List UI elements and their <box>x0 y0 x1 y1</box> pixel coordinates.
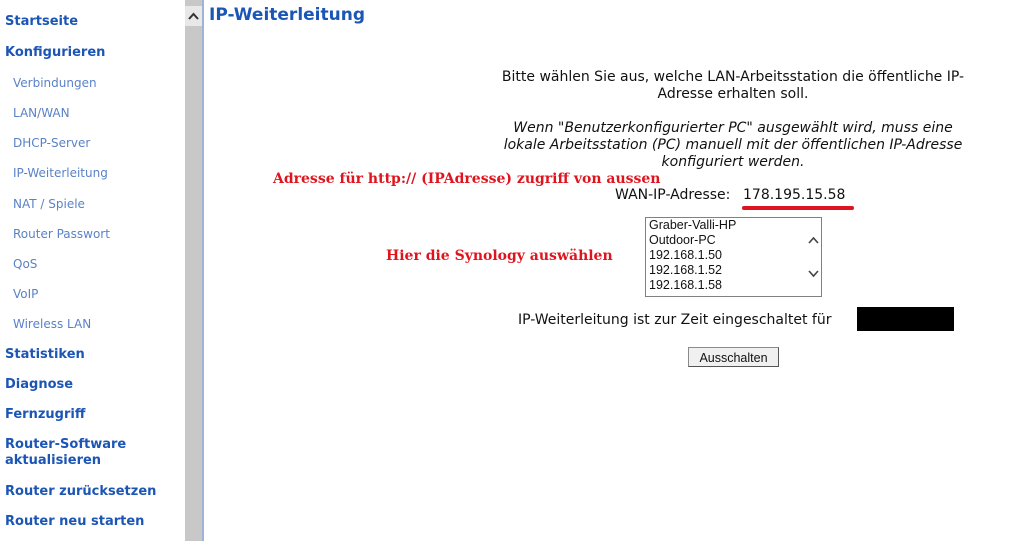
list-item[interactable]: Outdoor-PC <box>646 233 804 248</box>
nav-voip[interactable]: VoIP <box>13 287 38 302</box>
nav-dhcp-server[interactable]: DHCP-Server <box>13 136 90 151</box>
list-item[interactable]: 192.168.1.58 <box>646 278 804 293</box>
status-text: IP-Weiterleitung ist zur Zeit eingeschal… <box>518 312 832 328</box>
wan-ip-value: 178.195.15.58 <box>743 187 846 203</box>
annotation-underline <box>742 206 854 210</box>
nav-router-software-aktualisieren[interactable]: Router-Software aktualisieren <box>5 437 126 469</box>
nav-router-passwort[interactable]: Router Passwort <box>13 227 110 242</box>
nav-router-software-line1: Router-Software <box>5 437 127 452</box>
workstation-listbox[interactable]: Graber-Valli-HP Outdoor-PC 192.168.1.50 … <box>645 217 822 297</box>
annotation-address-note: Adresse für http:// (IPAdresse) zugriff … <box>273 171 661 187</box>
intro-text: Bitte wählen Sie aus, welche LAN-Arbeits… <box>482 69 984 103</box>
list-item[interactable]: Graber-Valli-HP <box>646 218 804 233</box>
page-title: IP-Weiterleitung <box>209 5 366 25</box>
note-line-3: konfiguriert werden. <box>661 154 805 170</box>
sidebar-nav: Startseite Konfigurieren Verbindungen LA… <box>0 0 185 541</box>
chevron-down-icon[interactable] <box>808 270 819 278</box>
nav-ip-weiterleitung[interactable]: IP-Weiterleitung <box>13 166 108 181</box>
nav-nat-spiele[interactable]: NAT / Spiele <box>13 197 85 212</box>
nav-router-neu-starten[interactable]: Router neu starten <box>5 514 144 530</box>
nav-router-software-line2: aktualisieren <box>5 453 102 468</box>
listbox-scrollbar[interactable] <box>805 218 821 296</box>
nav-statistiken[interactable]: Statistiken <box>5 347 85 363</box>
list-item[interactable]: 192.168.1.52 <box>646 263 804 278</box>
nav-konfigurieren[interactable]: Konfigurieren <box>5 45 105 61</box>
intro-line-2: Adresse erhalten soll. <box>657 86 809 102</box>
nav-fernzugriff[interactable]: Fernzugriff <box>5 407 85 423</box>
nav-startseite[interactable]: Startseite <box>5 14 78 30</box>
nav-diagnose[interactable]: Diagnose <box>5 377 73 393</box>
note-line-1: Wenn "Benutzerkonfigurierter PC" ausgewä… <box>513 120 953 136</box>
wan-ip-label: WAN-IP-Adresse: <box>615 187 731 203</box>
scroll-up-button[interactable] <box>185 6 202 26</box>
nav-router-zuruecksetzen[interactable]: Router zurücksetzen <box>5 484 156 500</box>
redacted-box <box>857 307 954 331</box>
nav-wireless-lan[interactable]: Wireless LAN <box>13 317 91 332</box>
ausschalten-button[interactable]: Ausschalten <box>688 347 779 367</box>
chevron-up-icon <box>188 12 199 20</box>
annotation-select-note: Hier die Synology auswählen <box>386 248 613 264</box>
intro-line-1: Bitte wählen Sie aus, welche LAN-Arbeits… <box>501 69 965 85</box>
list-item[interactable]: 192.168.1.50 <box>646 248 804 263</box>
note-text: Wenn "Benutzerkonfigurierter PC" ausgewä… <box>482 120 984 171</box>
sidebar-scrollbar[interactable] <box>185 0 202 541</box>
note-line-2: lokale Arbeitsstation (PC) manuell mit d… <box>503 137 963 153</box>
nav-verbindungen[interactable]: Verbindungen <box>13 76 97 91</box>
panel-divider <box>202 0 204 541</box>
chevron-up-icon[interactable] <box>808 236 819 244</box>
nav-lan-wan[interactable]: LAN/WAN <box>13 106 70 121</box>
nav-qos[interactable]: QoS <box>13 257 37 272</box>
